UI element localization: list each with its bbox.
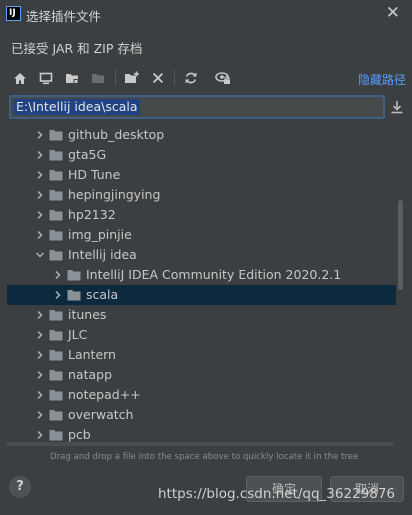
tree-item-label: overwatch (68, 407, 134, 422)
chevron-right-icon[interactable] (53, 269, 63, 281)
tree-item-label: scala (86, 287, 119, 302)
folder-icon (49, 429, 63, 441)
folder-icon (49, 389, 63, 401)
chevron-right-icon[interactable] (35, 149, 45, 161)
new-folder-icon[interactable] (123, 69, 141, 87)
tree-row[interactable]: hp2132 (7, 205, 396, 225)
vertical-scrollbar[interactable] (398, 200, 403, 290)
delete-icon[interactable] (149, 69, 167, 87)
home-icon[interactable] (11, 69, 29, 87)
chevron-right-icon[interactable] (53, 289, 63, 301)
drag-drop-hint: Drag and drop a file into the space abov… (50, 452, 359, 462)
tree-item-label: itunes (68, 307, 107, 322)
tree-row[interactable]: IntelliJ IDEA Community Edition 2020.2.1 (7, 265, 396, 285)
help-button[interactable]: ? (9, 476, 31, 498)
tree-row[interactable]: notepad++ (7, 385, 396, 405)
tree-row[interactable]: natapp (7, 365, 396, 385)
desktop-icon[interactable] (37, 69, 55, 87)
tree-row[interactable]: img_pinjie (7, 225, 396, 245)
chevron-right-icon[interactable] (35, 209, 45, 221)
tree-item-label: Intellij idea (68, 247, 137, 262)
download-icon[interactable] (389, 99, 405, 115)
tree-item-label: notepad++ (68, 387, 141, 402)
folder-icon (49, 369, 63, 381)
folder-icon (49, 189, 63, 201)
folder-icon (67, 289, 81, 301)
chevron-right-icon[interactable] (35, 129, 45, 141)
folder-icon (49, 349, 63, 361)
chevron-right-icon[interactable] (35, 229, 45, 241)
path-input[interactable]: E:\Intellij idea\scala (14, 99, 140, 115)
tree-row[interactable]: overwatch (7, 405, 396, 425)
tree-row[interactable]: hepingjingying (7, 185, 396, 205)
window-title: 选择插件文件 (26, 9, 102, 24)
chevron-right-icon[interactable] (35, 349, 45, 361)
folder-icon (49, 329, 63, 341)
tree-item-label: hp2132 (68, 207, 116, 222)
tree-item-label: github_desktop (68, 127, 165, 142)
folder-icon (67, 269, 81, 281)
close-icon[interactable]: ✕ (386, 3, 400, 23)
tree-row[interactable]: github_desktop (7, 125, 396, 145)
project-folder-icon[interactable] (63, 69, 81, 87)
tree-row[interactable]: scala (7, 285, 396, 305)
module-folder-icon[interactable] (89, 69, 107, 87)
toolbar-separator (115, 70, 116, 86)
toolbar-separator (174, 70, 175, 86)
chevron-right-icon[interactable] (35, 409, 45, 421)
chevron-right-icon[interactable] (35, 369, 45, 381)
intellij-app-icon: IJ (6, 6, 21, 21)
file-chooser-toolbar: 隐藏路径 (0, 65, 412, 91)
horizontal-scrollbar[interactable] (7, 442, 393, 446)
tree-item-label: natapp (68, 367, 113, 382)
tree-item-label: pcb (68, 427, 91, 442)
folder-icon (49, 169, 63, 181)
tree-item-label: Lantern (68, 347, 116, 362)
chevron-down-icon[interactable] (35, 249, 45, 261)
folder-icon (49, 149, 63, 161)
path-field[interactable]: E:\Intellij idea\scala (9, 95, 385, 119)
tree-item-label: IntelliJ IDEA Community Edition 2020.2.1 (86, 267, 342, 282)
refresh-icon[interactable] (182, 69, 200, 87)
accepted-formats-label: 已接受 JAR 和 ZIP 存档 (11, 41, 143, 56)
tree-item-label: img_pinjie (68, 227, 132, 242)
folder-icon (49, 209, 63, 221)
title-bar: IJ 选择插件文件 ✕ (0, 0, 412, 28)
folder-icon (49, 229, 63, 241)
chevron-right-icon[interactable] (35, 309, 45, 321)
tree-row[interactable]: gta5G (7, 145, 396, 165)
watermark-text: https://blog.csdn.net/qq_36229876 (158, 486, 396, 502)
chevron-right-icon[interactable] (35, 429, 45, 441)
folder-icon (49, 309, 63, 321)
hide-path-link[interactable]: 隐藏路径 (358, 71, 406, 88)
tree-item-label: hepingjingying (68, 187, 161, 202)
folder-icon (49, 249, 63, 261)
tree-item-label: JLC (68, 327, 88, 342)
tree-row[interactable]: itunes (7, 305, 396, 325)
folder-icon (49, 129, 63, 141)
tree-row[interactable]: Lantern (7, 345, 396, 365)
chevron-right-icon[interactable] (35, 329, 45, 341)
chevron-right-icon[interactable] (35, 389, 45, 401)
chevron-right-icon[interactable] (35, 189, 45, 201)
tree-row[interactable]: HD Tune (7, 165, 396, 185)
tree-row[interactable]: Intellij idea (7, 245, 396, 265)
chevron-right-icon[interactable] (35, 169, 45, 181)
file-tree[interactable]: github_desktop gta5G HD Tune hepingjingying… (7, 123, 404, 445)
tree-item-label: HD Tune (68, 167, 121, 182)
show-hidden-icon[interactable] (214, 69, 232, 87)
tree-row[interactable]: JLC (7, 325, 396, 345)
tree-item-label: gta5G (68, 147, 107, 162)
folder-icon (49, 409, 63, 421)
